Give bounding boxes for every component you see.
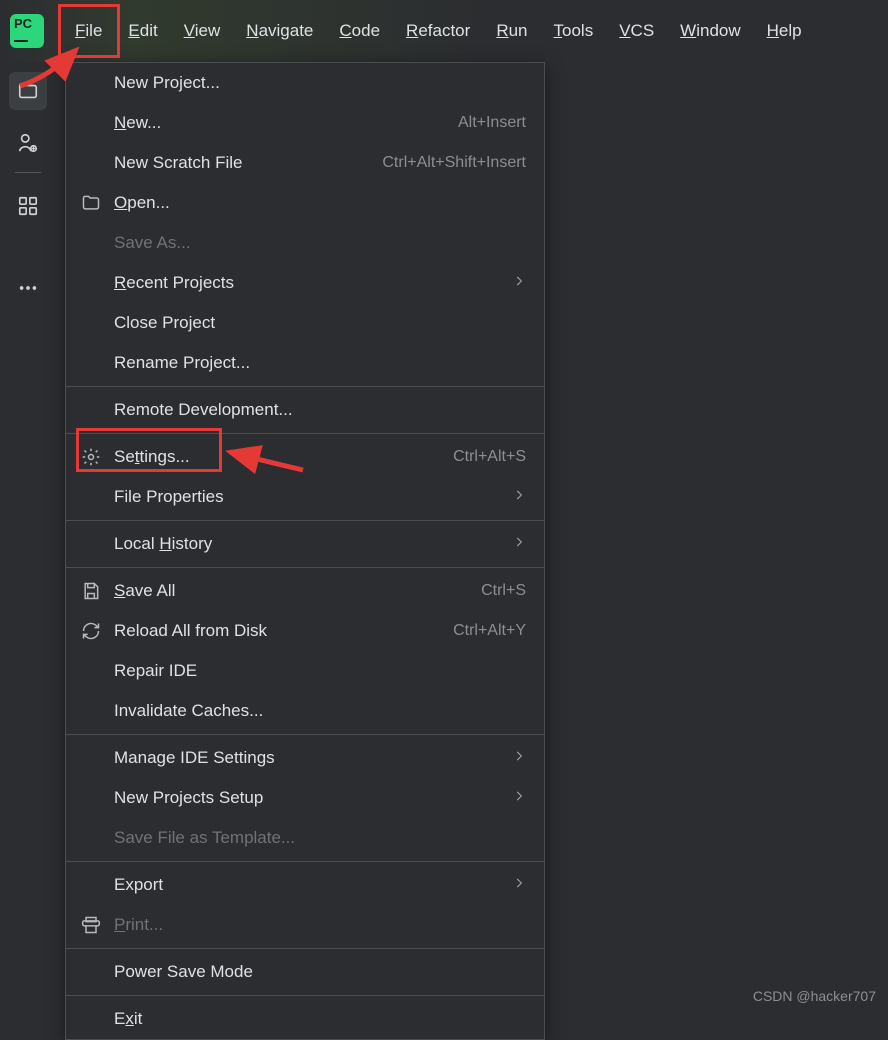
- menu-item-rename-project[interactable]: Rename Project...: [66, 343, 544, 383]
- menu-view[interactable]: View: [171, 15, 234, 47]
- menu-window[interactable]: Window: [667, 15, 753, 47]
- menu-item-new-project[interactable]: New Project...: [66, 63, 544, 103]
- menu-item-new[interactable]: New... Alt+Insert: [66, 103, 544, 143]
- reload-icon: [80, 620, 102, 642]
- chevron-right-icon: [512, 788, 526, 808]
- menu-item-manage-ide-settings[interactable]: Manage IDE Settings: [66, 738, 544, 778]
- tool-more-icon[interactable]: [9, 269, 47, 307]
- menu-item-save-as: Save As...: [66, 223, 544, 263]
- menu-item-close-project[interactable]: Close Project: [66, 303, 544, 343]
- menu-item-repair-ide[interactable]: Repair IDE: [66, 651, 544, 691]
- menu-separator: [66, 995, 544, 996]
- menu-tools[interactable]: Tools: [541, 15, 607, 47]
- chevron-right-icon: [512, 875, 526, 895]
- menu-vcs[interactable]: VCS: [606, 15, 667, 47]
- menu-item-new-projects-setup[interactable]: New Projects Setup: [66, 778, 544, 818]
- tool-project-icon[interactable]: [9, 72, 47, 110]
- folder-icon: [80, 192, 102, 214]
- left-toolstrip: [0, 62, 55, 1014]
- watermark-text: CSDN @hacker707: [753, 988, 876, 1004]
- chevron-right-icon: [512, 534, 526, 554]
- file-dropdown-menu: New Project... New... Alt+Insert New Scr…: [65, 62, 545, 1040]
- menu-item-local-history[interactable]: Local History: [66, 524, 544, 564]
- menu-item-remote-development[interactable]: Remote Development...: [66, 390, 544, 430]
- menu-item-print: Print...: [66, 905, 544, 945]
- menu-edit[interactable]: Edit: [115, 15, 170, 47]
- gear-icon: [80, 446, 102, 468]
- app-logo-pycharm-icon: PC: [10, 14, 44, 48]
- menubar: PC File Edit View Navigate Code Refactor…: [0, 0, 888, 62]
- menu-item-save-file-as-template: Save File as Template...: [66, 818, 544, 858]
- menu-item-new-scratch-file[interactable]: New Scratch File Ctrl+Alt+Shift+Insert: [66, 143, 544, 183]
- tool-copilot-icon[interactable]: [9, 124, 47, 162]
- tool-separator: [15, 172, 41, 173]
- chevron-right-icon: [512, 748, 526, 768]
- menu-code[interactable]: Code: [326, 15, 393, 47]
- menu-item-open[interactable]: Open...: [66, 183, 544, 223]
- menu-item-power-save-mode[interactable]: Power Save Mode: [66, 952, 544, 992]
- menu-item-invalidate-caches[interactable]: Invalidate Caches...: [66, 691, 544, 731]
- menu-refactor[interactable]: Refactor: [393, 15, 483, 47]
- save-icon: [80, 580, 102, 602]
- menu-file[interactable]: File: [62, 15, 115, 47]
- menu-separator: [66, 433, 544, 434]
- printer-icon: [80, 914, 102, 936]
- menu-separator: [66, 948, 544, 949]
- menu-item-reload-from-disk[interactable]: Reload All from Disk Ctrl+Alt+Y: [66, 611, 544, 651]
- menu-navigate[interactable]: Navigate: [233, 15, 326, 47]
- menu-separator: [66, 567, 544, 568]
- menu-separator: [66, 386, 544, 387]
- menu-item-save-all[interactable]: Save All Ctrl+S: [66, 571, 544, 611]
- chevron-right-icon: [512, 273, 526, 293]
- menu-item-settings[interactable]: Settings... Ctrl+Alt+S: [66, 437, 544, 477]
- menu-separator: [66, 734, 544, 735]
- menu-help[interactable]: Help: [754, 15, 815, 47]
- menu-item-recent-projects[interactable]: Recent Projects: [66, 263, 544, 303]
- menu-separator: [66, 861, 544, 862]
- menu-item-file-properties[interactable]: File Properties: [66, 477, 544, 517]
- menu-run[interactable]: Run: [483, 15, 540, 47]
- menu-item-export[interactable]: Export: [66, 865, 544, 905]
- menu-separator: [66, 520, 544, 521]
- menu-item-exit[interactable]: Exit: [66, 999, 544, 1039]
- tool-structure-icon[interactable]: [9, 187, 47, 225]
- chevron-right-icon: [512, 487, 526, 507]
